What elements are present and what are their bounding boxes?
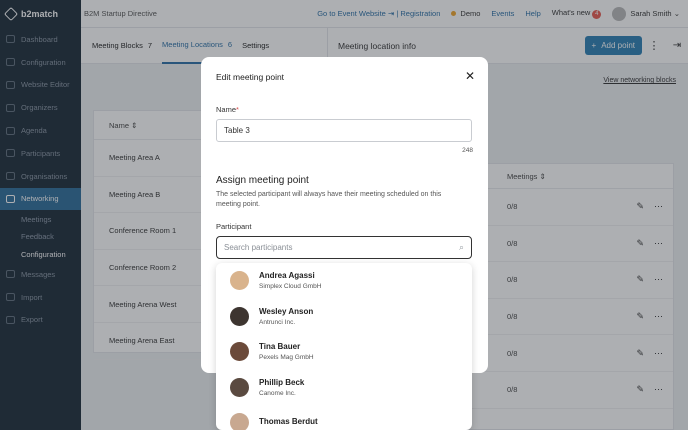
participant-name: Thomas Berdut (259, 416, 318, 426)
participant-name: Tina Bauer (259, 342, 301, 352)
name-label-text: Name (216, 105, 237, 114)
close-icon[interactable]: ✕ (465, 69, 475, 83)
participant-option[interactable]: Phillip Beck Canome Inc. (216, 370, 472, 406)
search-icon: ⌕ (458, 242, 464, 252)
avatar (230, 342, 249, 362)
participant-org: Antrunci Inc. (259, 318, 296, 326)
name-field[interactable]: Table 3 (216, 119, 472, 142)
participant-name: Wesley Anson (259, 306, 314, 316)
participant-org: Pexels Mag GmbH (259, 354, 314, 362)
participant-org: Canome Inc. (259, 389, 296, 397)
dialog-title: Edit meeting point (216, 72, 285, 82)
character-counter: 248 (462, 147, 473, 154)
section-description: The selected participant will always hav… (216, 191, 442, 208)
participant-option[interactable]: Thomas Berdut (216, 405, 472, 430)
name-label: Name* (216, 105, 239, 114)
search-participants-input[interactable]: Search participants ⌕ (216, 236, 472, 259)
participant-dropdown: Andrea Agassi Simplex Cloud GmbH Wesley A… (216, 263, 472, 430)
section-title: Assign meeting point (216, 175, 309, 186)
avatar (230, 306, 249, 326)
participant-option[interactable]: Andrea Agassi Simplex Cloud GmbH (216, 263, 472, 299)
participant-label: Participant (216, 222, 252, 231)
avatar (230, 271, 249, 291)
required-marker: * (236, 105, 239, 114)
participant-org: Simplex Cloud GmbH (259, 283, 322, 291)
participant-option[interactable]: Wesley Anson Antrunci Inc. (216, 299, 472, 335)
avatar (230, 377, 249, 397)
participant-option[interactable]: Tina Bauer Pexels Mag GmbH (216, 334, 472, 370)
participant-name: Andrea Agassi (259, 271, 315, 281)
search-placeholder: Search participants (224, 243, 293, 252)
avatar (230, 413, 249, 430)
participant-name: Phillip Beck (259, 377, 305, 387)
